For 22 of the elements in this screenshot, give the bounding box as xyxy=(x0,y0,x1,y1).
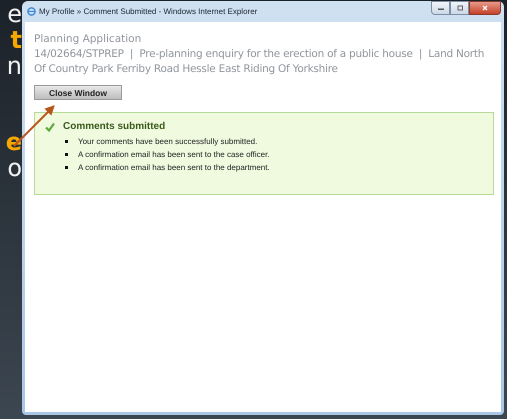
cropped-text: e xyxy=(6,1,22,27)
message-title: Comments submitted xyxy=(63,121,166,132)
maximize-button[interactable] xyxy=(450,1,469,15)
window-title: My Profile » Comment Submitted - Windows Internet Explorer xyxy=(39,7,258,16)
bullet-icon xyxy=(65,166,68,169)
close-button[interactable] xyxy=(469,1,501,15)
bullet-icon xyxy=(65,153,68,156)
bullet-icon xyxy=(65,140,68,143)
message-item: A confirmation email has been sent to the department. xyxy=(78,163,270,172)
cropped-text: t xyxy=(10,27,22,53)
application-description: 14/02664/STPREP | Pre-planning enquiry for the erection of a public house | Land North Of Country Park Ferriby Road Hessle East Riding Of Yorkshire xyxy=(34,47,486,77)
minimize-button[interactable] xyxy=(431,1,450,15)
check-icon xyxy=(45,122,55,132)
message-item: A confirmation email has been sent to the case officer. xyxy=(78,150,270,159)
close-icon xyxy=(480,5,490,11)
cropped-text: o xyxy=(6,155,22,181)
cropped-text: n xyxy=(6,53,22,79)
maximize-icon xyxy=(454,5,464,11)
browser-icon xyxy=(27,7,36,16)
close-window-button[interactable]: Close Window xyxy=(34,85,122,100)
message-item: Your comments have been successfully submitted. xyxy=(78,137,258,146)
page-heading: Planning Application xyxy=(34,32,142,46)
